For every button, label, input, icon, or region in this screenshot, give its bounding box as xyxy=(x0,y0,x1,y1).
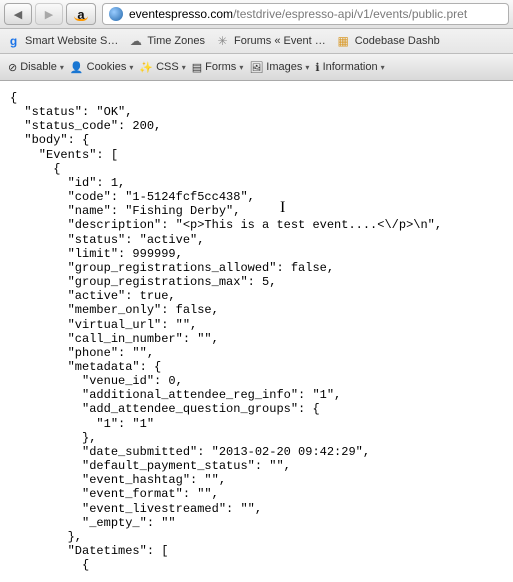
menu-label: CSS xyxy=(156,61,179,73)
chevron-down-icon: ▾ xyxy=(60,63,64,72)
disable-menu[interactable]: ⊘ Disable ▾ xyxy=(8,61,64,74)
grid-icon: ▦ xyxy=(336,34,351,49)
chevron-down-icon: ▾ xyxy=(182,63,186,72)
menu-label: Information xyxy=(323,61,378,73)
menu-label: Forms xyxy=(205,61,236,73)
google-icon: g xyxy=(6,34,21,49)
bookmark-time-zones[interactable]: ☁ Time Zones xyxy=(128,34,205,49)
url-host: eventespresso.com xyxy=(129,7,233,21)
url-path: /testdrive/espresso-api/v1/events/public… xyxy=(233,7,467,21)
forward-icon: ▶ xyxy=(45,8,53,21)
css-menu[interactable]: ✨ CSS ▾ xyxy=(139,61,185,74)
globe-icon xyxy=(109,7,123,21)
chevron-down-icon: ▾ xyxy=(239,63,243,72)
form-icon: ▤ xyxy=(192,61,202,74)
images-menu[interactable]: 🖼 Images ▾ xyxy=(249,61,309,74)
bookmark-codebase[interactable]: ▦ Codebase Dashb xyxy=(336,34,440,49)
information-menu[interactable]: ℹ Information ▾ xyxy=(315,61,384,74)
gear-icon: ✳ xyxy=(215,34,230,49)
menu-label: Cookies xyxy=(87,61,127,73)
back-button[interactable]: ◀ xyxy=(4,3,32,25)
web-developer-toolbar: ⊘ Disable ▾ 👤 Cookies ▾ ✨ CSS ▾ ▤ Forms … xyxy=(0,54,513,81)
bookmark-label: Codebase Dashb xyxy=(355,35,440,47)
browser-top-nav: ◀ ▶ a eventespresso.com/testdrive/espres… xyxy=(0,0,513,29)
forward-button[interactable]: ▶ xyxy=(35,3,63,25)
image-icon: 🖼 xyxy=(249,61,263,74)
bookmarks-bar: g Smart Website S… ☁ Time Zones ✳ Forums… xyxy=(0,29,513,54)
amazon-bookmark-button[interactable]: a xyxy=(66,3,96,25)
chevron-down-icon: ▾ xyxy=(129,63,133,72)
menu-label: Images xyxy=(266,61,302,73)
back-icon: ◀ xyxy=(14,8,22,21)
bookmark-label: Smart Website S… xyxy=(25,35,118,47)
disable-icon: ⊘ xyxy=(8,61,17,74)
chevron-down-icon: ▾ xyxy=(381,63,385,72)
bookmark-smart-website[interactable]: g Smart Website S… xyxy=(6,34,118,49)
info-icon: ℹ xyxy=(315,61,319,74)
bookmark-label: Forums « Event … xyxy=(234,35,326,47)
wand-icon: ✨ xyxy=(139,61,153,74)
amazon-icon: a xyxy=(77,7,84,22)
cookies-menu[interactable]: 👤 Cookies ▾ xyxy=(70,61,133,74)
address-bar[interactable]: eventespresso.com/testdrive/espresso-api… xyxy=(102,3,509,25)
chevron-down-icon: ▾ xyxy=(305,63,309,72)
person-icon: 👤 xyxy=(70,61,84,74)
menu-label: Disable xyxy=(20,61,57,73)
bookmark-forums[interactable]: ✳ Forums « Event … xyxy=(215,34,326,49)
bookmark-label: Time Zones xyxy=(147,35,205,47)
forms-menu[interactable]: ▤ Forms ▾ xyxy=(192,61,244,74)
cloud-icon: ☁ xyxy=(128,34,143,49)
